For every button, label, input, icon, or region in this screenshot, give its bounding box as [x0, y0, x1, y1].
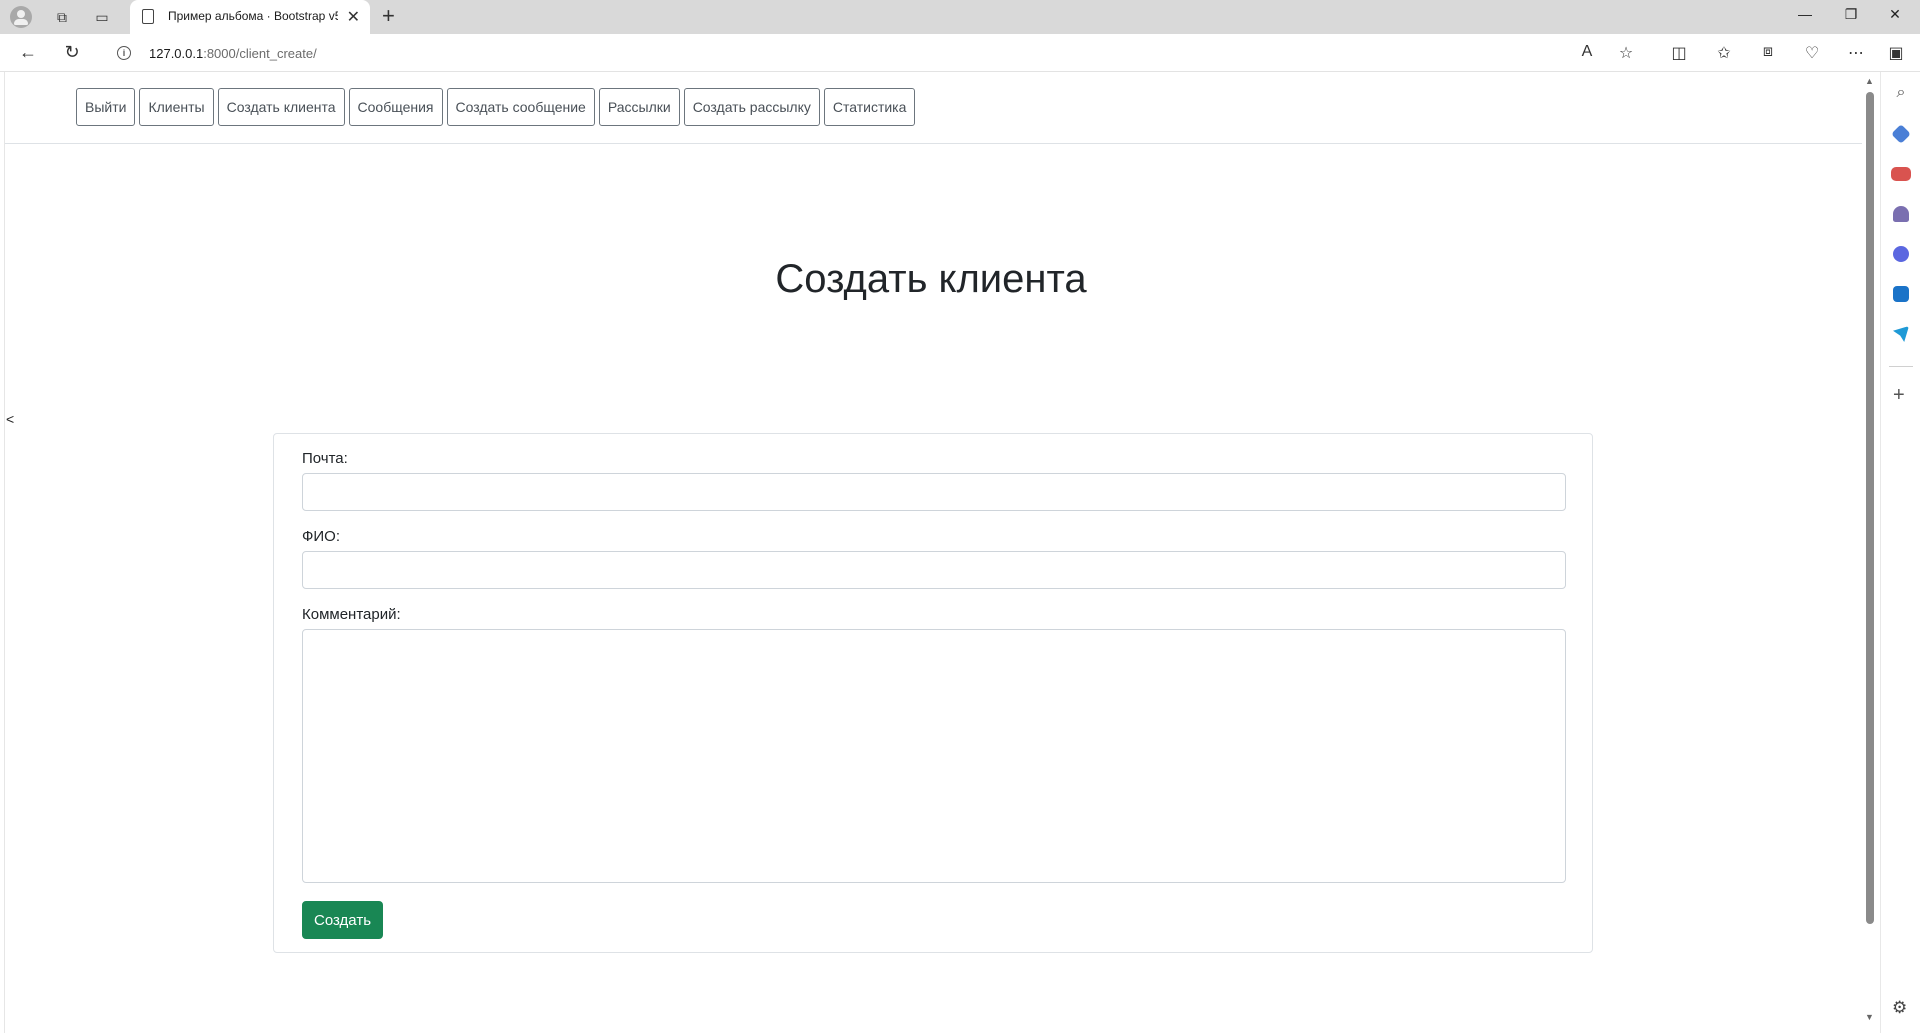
nav-logout-button[interactable]: Выйти	[76, 88, 136, 126]
url-host: 127.0.0.1	[149, 46, 204, 61]
outlook-icon[interactable]	[1893, 286, 1909, 302]
nav-statistics-button[interactable]: Статистика	[823, 88, 916, 126]
comment-textarea[interactable]	[302, 629, 1566, 883]
email-label: Почта:	[302, 450, 348, 467]
scroll-up-arrow-icon[interactable]: ▲	[1865, 76, 1874, 86]
collapse-arrow-icon[interactable]: <	[6, 411, 14, 427]
back-icon[interactable]: ←	[16, 42, 40, 63]
page-viewport: < Выйти Клиенты Создать клиента Сообщени…	[0, 72, 1862, 1033]
sidebar-separator	[1889, 366, 1913, 367]
address-bar: ← ↻ i 127.0.0.1:8000/client_create/ A ☆ …	[0, 34, 1920, 72]
favorite-star-icon[interactable]: ☆	[1615, 43, 1637, 63]
tab-title: Пример альбома · Bootstrap v5.	[168, 9, 338, 23]
collections-icon[interactable]: ⧈	[1757, 43, 1779, 61]
nav-mailings-button[interactable]: Рассылки	[598, 88, 680, 126]
nav-create-client-button[interactable]: Создать клиента	[217, 88, 345, 126]
workspaces-icon[interactable]: ⧉	[50, 5, 74, 29]
search-icon[interactable]: ⌕	[1891, 84, 1911, 104]
split-screen-icon[interactable]: ◫	[1668, 43, 1690, 63]
page-title: Создать клиента	[775, 257, 1087, 301]
comment-label: Комментарий:	[302, 606, 401, 623]
chess-icon[interactable]	[1893, 206, 1909, 222]
profile-icon[interactable]	[10, 6, 32, 28]
url-text[interactable]: 127.0.0.1:8000/client_create/	[149, 46, 317, 61]
refresh-icon[interactable]: ↻	[60, 42, 84, 63]
nav-create-message-button[interactable]: Создать сообщение	[446, 88, 595, 126]
toolbox-icon[interactable]	[1891, 167, 1911, 181]
full-name-input[interactable]	[302, 551, 1566, 589]
favorites-icon[interactable]: ✩	[1713, 43, 1735, 63]
new-tab-button[interactable]: +	[382, 3, 395, 29]
tag-icon[interactable]	[1891, 124, 1911, 144]
page-scrollbar[interactable]: ▲ ▼	[1862, 72, 1878, 1033]
browser-tab-active[interactable]: Пример альбома · Bootstrap v5. ✕	[130, 0, 370, 34]
close-tab-icon[interactable]: ✕	[347, 7, 360, 27]
create-submit-button[interactable]: Создать	[302, 901, 384, 939]
minimize-button[interactable]: —	[1790, 6, 1820, 22]
site-info-icon[interactable]: i	[117, 46, 131, 60]
url-field[interactable]: i 127.0.0.1:8000/client_create/	[100, 38, 1630, 68]
url-path: :8000/client_create/	[203, 46, 317, 61]
page-icon	[142, 9, 154, 24]
restore-button[interactable]: ❐	[1836, 6, 1866, 23]
browser-essentials-icon[interactable]: ♡	[1801, 43, 1823, 63]
copilot-icon[interactable]	[1893, 246, 1909, 262]
send-icon[interactable]	[1893, 326, 1909, 342]
edge-sidebar: ⌕ + ⚙	[1880, 72, 1920, 1033]
nav-clients-button[interactable]: Клиенты	[139, 88, 214, 126]
scroll-thumb[interactable]	[1866, 92, 1874, 924]
client-form-card: Почта: ФИО: Комментарий: Создать	[273, 433, 1593, 953]
scroll-down-arrow-icon[interactable]: ▼	[1865, 1012, 1874, 1022]
page-left-border	[4, 72, 5, 1033]
settings-gear-icon[interactable]: ⚙	[1892, 998, 1907, 1018]
add-sidebar-app-icon[interactable]: +	[1893, 384, 1905, 407]
read-aloud-icon[interactable]: A	[1576, 43, 1598, 61]
tab-actions-icon[interactable]: ▭	[90, 5, 114, 29]
more-menu-icon[interactable]: ⋯	[1845, 43, 1867, 63]
nav-messages-button[interactable]: Сообщения	[348, 88, 443, 126]
full-name-label: ФИО:	[302, 528, 341, 545]
nav-create-mailing-button[interactable]: Создать рассылку	[683, 88, 820, 126]
close-window-button[interactable]: ✕	[1880, 6, 1910, 23]
sidebar-toggle-icon[interactable]: ▣	[1885, 43, 1907, 63]
top-navigation: Выйти Клиенты Создать клиента Сообщения …	[76, 88, 916, 126]
browser-tab-bar: ⧉ ▭ Пример альбома · Bootstrap v5. ✕ + —…	[0, 0, 1920, 34]
nav-divider	[5, 143, 1862, 144]
email-input[interactable]	[302, 473, 1566, 511]
